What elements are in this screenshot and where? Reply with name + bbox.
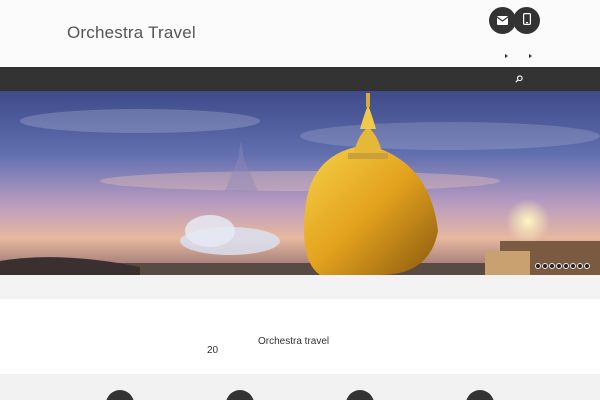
site-header: Orchestra Travel: [0, 0, 600, 67]
slider-dot[interactable]: [570, 263, 576, 269]
intro-number: 20: [207, 345, 219, 356]
slider-dot[interactable]: [549, 263, 555, 269]
feature-icon[interactable]: [106, 390, 134, 400]
slider-dot[interactable]: [584, 263, 590, 269]
phone-icon: [522, 12, 531, 30]
envelope-icon: [496, 12, 509, 30]
search-button[interactable]: [508, 69, 530, 89]
slider-pagination: [535, 263, 590, 269]
features-section: [0, 374, 600, 400]
phone-button[interactable]: [513, 7, 540, 34]
hero-bottom-strip: [0, 275, 600, 299]
menu-arrow-icon[interactable]: [505, 54, 508, 58]
site-title[interactable]: Orchestra Travel: [67, 23, 196, 43]
slider-dot[interactable]: [563, 263, 569, 269]
slider-dot[interactable]: [556, 263, 562, 269]
email-button[interactable]: [489, 7, 516, 34]
feature-icon[interactable]: [346, 390, 374, 400]
menu-arrow-icon[interactable]: [529, 54, 532, 58]
intro-heading: Orchestra travel: [258, 336, 330, 347]
slider-dot[interactable]: [577, 263, 583, 269]
search-icon: [515, 70, 523, 88]
main-navigation: [0, 67, 600, 91]
feature-icon[interactable]: [466, 390, 494, 400]
slider-dot[interactable]: [542, 263, 548, 269]
slider-dot[interactable]: [535, 263, 541, 269]
hero-slider-image[interactable]: [0, 91, 600, 275]
feature-icon[interactable]: [226, 390, 254, 400]
